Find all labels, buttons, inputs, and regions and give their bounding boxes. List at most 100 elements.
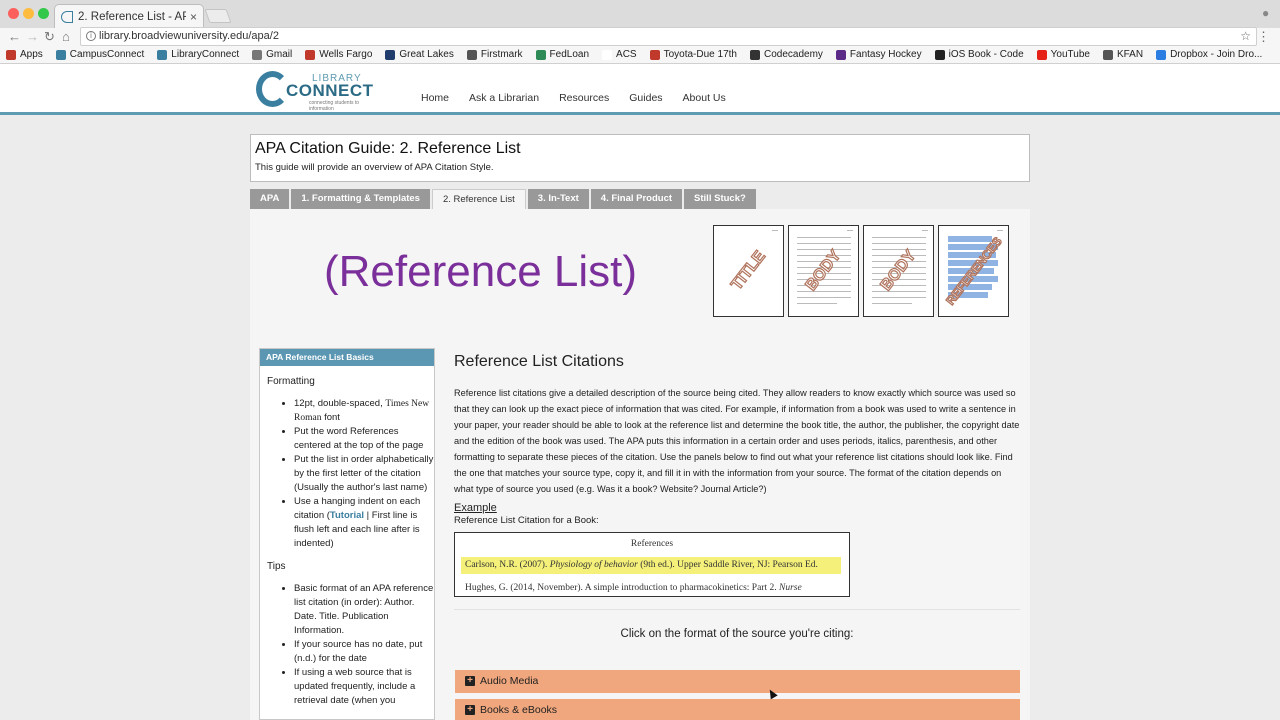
intro-paragraph: Reference list citations give a detailed… <box>454 388 1020 494</box>
bookmark-favicon-icon <box>385 49 396 60</box>
bookmark-label: Dropbox - Join Dro... <box>1170 49 1263 60</box>
bookmark-label: Firstmark <box>480 49 523 60</box>
accordion-label: Books & eBooks <box>480 704 558 716</box>
tab-reference-list[interactable]: 2. Reference List <box>431 189 526 209</box>
example-references-heading: References <box>630 539 674 549</box>
accordion-label: Audio Media <box>480 675 539 687</box>
bookmark-favicon-icon <box>157 49 168 60</box>
bookmark-label: Codecademy <box>763 49 823 60</box>
citation-text: (9th ed.). Upper Saddle River, NJ: Pears… <box>637 560 818 570</box>
bookmark-favicon-icon <box>252 49 263 60</box>
tips-heading: Tips <box>267 561 286 572</box>
tab-apa[interactable]: APA <box>250 189 290 209</box>
bookmark-favicon-icon <box>934 49 945 60</box>
tab-close-icon[interactable]: × <box>190 10 197 24</box>
bookmark-label: LibraryConnect <box>171 49 240 60</box>
bookmark-item[interactable]: Great Lakes <box>385 49 454 60</box>
formatting-item-text: 12pt, double-spaced, <box>294 398 386 409</box>
reference-basics-title: APA Reference List Basics <box>260 349 434 366</box>
expand-plus-icon: + <box>465 705 475 715</box>
bookmark-favicon-icon <box>6 49 16 60</box>
bookmark-item[interactable]: Fantasy Hockey <box>835 49 922 60</box>
example-heading: Example <box>454 502 497 514</box>
bookmark-item[interactable]: Firstmark <box>466 49 523 60</box>
bookmark-favicon-icon <box>1102 49 1113 60</box>
nav-ask-a-librarian[interactable]: Ask a Librarian <box>469 92 539 104</box>
tab-still-stuck[interactable]: Still Stuck? <box>684 189 756 209</box>
bookmark-item[interactable]: Dropbox - Join Dro... <box>1156 49 1262 60</box>
new-tab-button[interactable] <box>204 9 232 23</box>
nav-guides[interactable]: Guides <box>629 92 662 104</box>
address-bar[interactable]: i library.broadviewuniversity.edu/apa/2 … <box>80 27 1257 46</box>
citation-title-italic: Physiology of behavior <box>549 560 638 570</box>
paper-title-label: TITLE <box>727 247 769 294</box>
bookmark-label: Toyota-Due 17th <box>663 49 737 60</box>
bookmark-item[interactable]: ACS <box>602 49 637 60</box>
library-connect-logo[interactable]: LIBRARY CONNECT connecting students to i… <box>256 70 381 112</box>
home-icon[interactable]: ⌂ <box>62 29 70 45</box>
bookmark-item[interactable]: CampusConnect <box>55 49 144 60</box>
formatting-item-text: font <box>321 412 340 423</box>
bookmark-favicon-icon <box>749 49 760 60</box>
nav-resources[interactable]: Resources <box>559 92 609 104</box>
minimize-window-icon[interactable] <box>23 8 34 19</box>
bookmark-favicon-icon <box>55 49 66 60</box>
formatting-heading: Formatting <box>267 376 315 387</box>
reload-icon[interactable]: ↻ <box>44 29 55 45</box>
tutorial-link[interactable]: Tutorial <box>330 510 364 521</box>
bookmark-item[interactable]: iOS Book - Code <box>934 49 1024 60</box>
example-subheading: Reference List Citation for a Book: <box>454 515 599 526</box>
tab-final-product[interactable]: 4. Final Product <box>590 189 683 209</box>
profile-icon[interactable]: ● <box>1262 6 1274 20</box>
bookmark-item[interactable]: YouTube <box>1036 49 1090 60</box>
accordion-books-ebooks[interactable]: + Books & eBooks <box>455 699 1020 720</box>
paper-references-thumbnail: REFERENCES <box>938 225 1009 317</box>
close-window-icon[interactable] <box>8 8 19 19</box>
browser-tab[interactable]: 2. Reference List - APA Citatio × <box>54 4 204 28</box>
browser-tab-strip: 2. Reference List - APA Citatio × ● <box>0 0 1280 28</box>
bookmarks-bar: Apps CampusConnect LibraryConnect Gmail Well… <box>0 46 1280 64</box>
bookmark-star-icon[interactable]: ☆ <box>1240 28 1251 45</box>
bookmark-favicon-icon <box>1036 49 1047 60</box>
maximize-window-icon[interactable] <box>38 8 49 19</box>
site-nav: Home Ask a Librarian Resources Guides Ab… <box>421 92 746 104</box>
site-info-icon[interactable]: i <box>86 31 96 41</box>
site-header: LIBRARY CONNECT connecting students to i… <box>0 64 1280 115</box>
tab-in-text[interactable]: 3. In-Text <box>527 189 589 209</box>
bookmark-favicon-icon <box>466 49 477 60</box>
bookmark-label: FedLoan <box>549 49 590 60</box>
section-heading: Reference List Citations <box>454 353 624 370</box>
bookmark-item[interactable]: Toyota-Due 17th <box>649 49 737 60</box>
nav-home[interactable]: Home <box>421 92 449 104</box>
list-item: If your source has no date, put (n.d.) f… <box>294 638 434 666</box>
bookmark-item[interactable]: Gmail <box>252 49 292 60</box>
browser-menu-icon[interactable]: ⋮ <box>1257 29 1270 45</box>
bookmark-favicon-icon <box>835 49 846 60</box>
bookmark-item[interactable]: LibraryConnect <box>157 49 239 60</box>
bookmark-item[interactable]: Wells Fargo <box>305 49 372 60</box>
bookmark-item[interactable]: Apps <box>6 49 43 60</box>
citation-text: Carlson, N.R. (2007). <box>465 560 550 570</box>
accordion-audio-media[interactable]: + Audio Media <box>455 670 1020 693</box>
bookmark-item[interactable]: KFAN <box>1102 49 1143 60</box>
list-item: Put the list in order alphabetically by … <box>294 453 434 495</box>
back-icon[interactable]: ← <box>8 29 21 45</box>
bookmark-label: ACS <box>616 49 637 60</box>
guide-header-box: APA Citation Guide: 2. Reference List Th… <box>250 134 1030 182</box>
bookmark-item[interactable]: Codecademy <box>749 49 823 60</box>
bookmark-label: iOS Book - Code <box>948 49 1024 60</box>
guide-content: (Reference List) TITLE BODY BODY REFEREN… <box>250 209 1030 720</box>
list-item: Use a hanging indent on each citation (T… <box>294 495 434 551</box>
bookmark-item[interactable]: FedLoan <box>535 49 590 60</box>
list-item: Put the word References centered at the … <box>294 425 434 453</box>
bookmark-favicon-icon <box>602 49 613 60</box>
library-favicon-icon <box>61 10 73 23</box>
tab-formatting-templates[interactable]: 1. Formatting & Templates <box>291 189 430 209</box>
list-item: 12pt, double-spaced, Times New Roman fon… <box>294 397 434 425</box>
source-format-prompt: Click on the format of the source you're… <box>620 628 854 640</box>
forward-icon[interactable]: → <box>26 29 39 45</box>
bookmark-favicon-icon <box>535 49 546 60</box>
bookmark-label: Apps <box>20 49 43 60</box>
nav-about-us[interactable]: About Us <box>683 92 726 104</box>
bookmark-label: Great Lakes <box>399 49 454 60</box>
